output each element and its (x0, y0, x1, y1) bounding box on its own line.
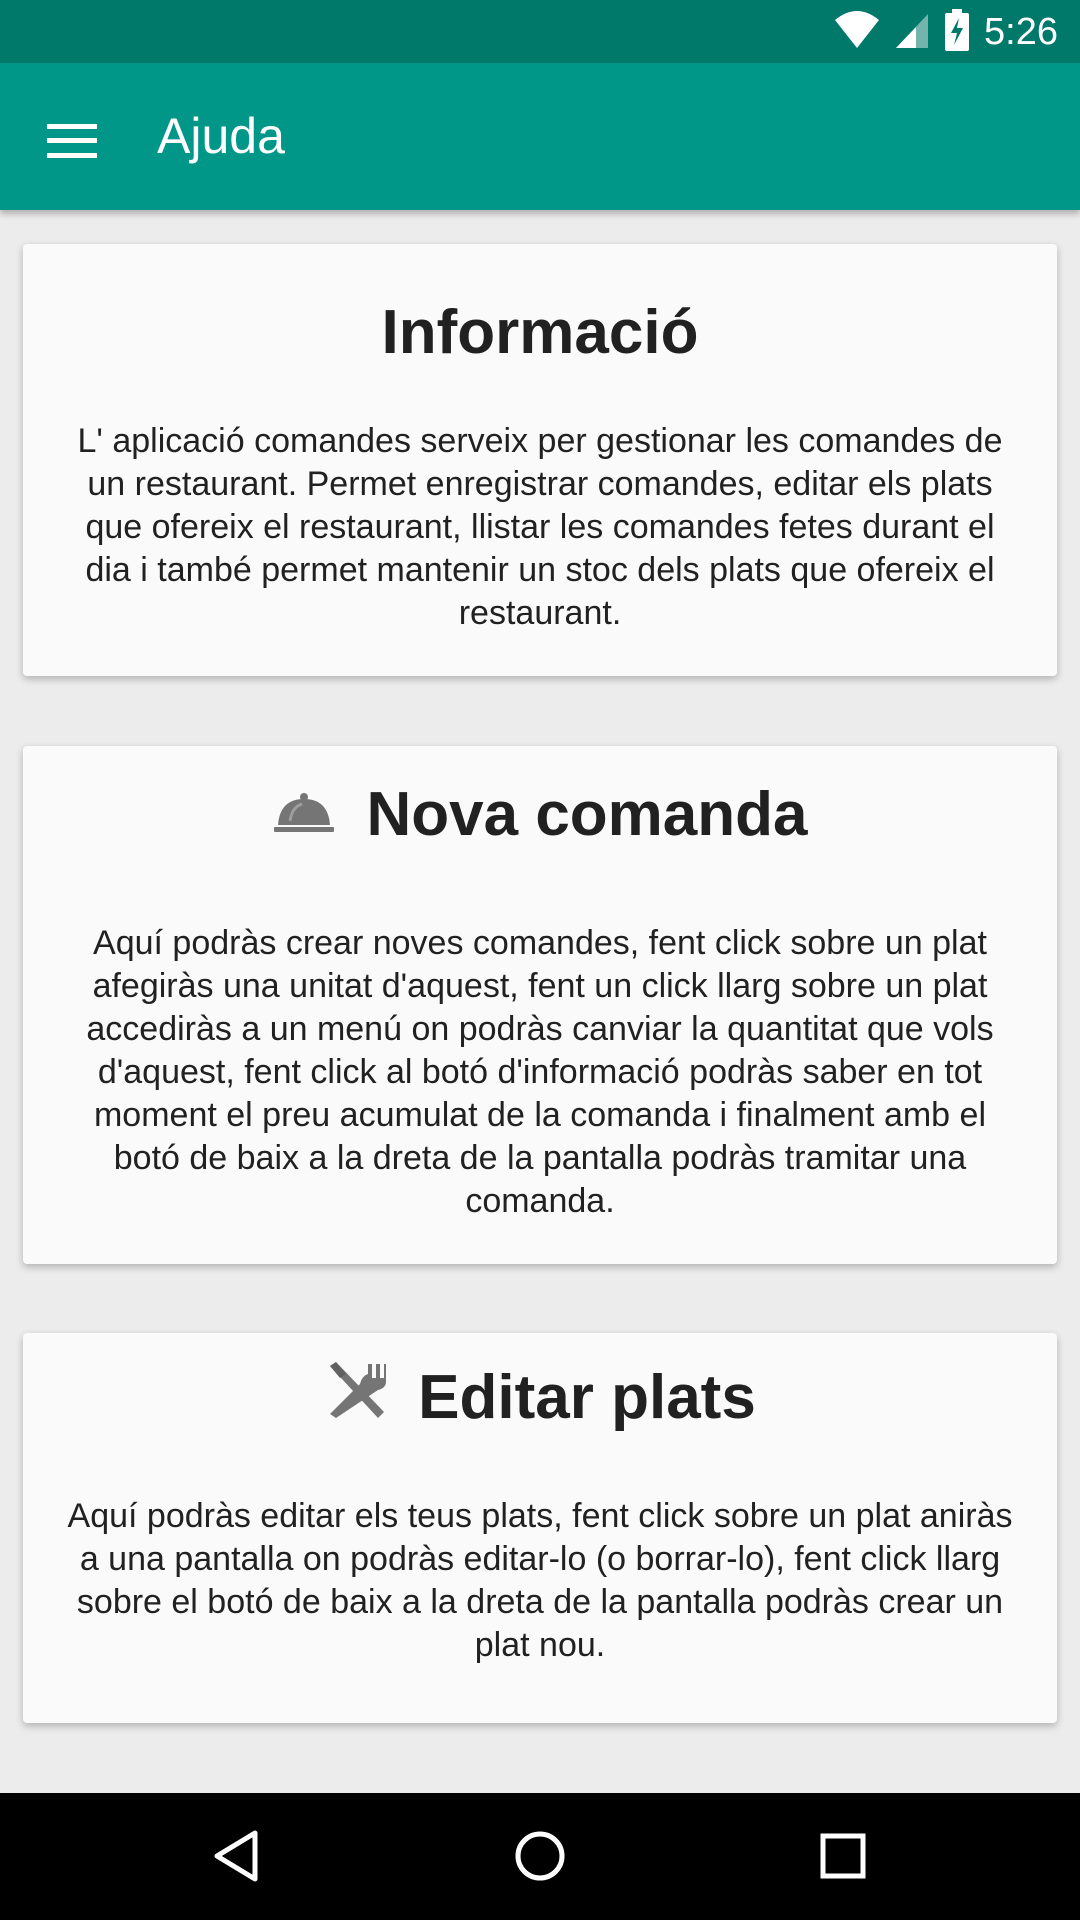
cell-signal-icon (894, 10, 930, 55)
status-icons: 5:26 (834, 8, 1058, 56)
home-button[interactable] (495, 1813, 585, 1903)
app-bar: Ajuda (0, 63, 1080, 210)
status-bar: 5:26 (0, 0, 1080, 63)
new-order-card-title: Nova comanda (366, 779, 808, 849)
cloche-icon (272, 779, 336, 850)
battery-charging-icon (944, 8, 970, 56)
info-card: Informació L' aplicació comandes serveix… (23, 244, 1057, 676)
new-order-card: Nova comanda Aquí podràs crear noves com… (23, 746, 1057, 1264)
wifi-icon (834, 10, 880, 55)
system-nav-bar (0, 1793, 1080, 1920)
edit-dishes-card-body: Aquí podràs editar els teus plats, fent … (67, 1497, 1013, 1664)
back-button[interactable] (191, 1813, 281, 1903)
edit-dishes-card-header: Editar plats (23, 1357, 1057, 1437)
info-card-header: Informació (23, 292, 1057, 372)
new-order-card-header: Nova comanda (23, 774, 1057, 854)
page-title: Ajuda (157, 108, 285, 164)
edit-dishes-card: Editar plats Aquí podràs editar els teus… (23, 1333, 1057, 1723)
menu-button[interactable] (30, 101, 114, 185)
hamburger-menu-icon (47, 122, 97, 165)
help-content[interactable]: Informació L' aplicació comandes serveix… (0, 210, 1080, 1793)
cutlery-icon (324, 1360, 388, 1435)
edit-dishes-card-title: Editar plats (418, 1362, 756, 1432)
recents-button[interactable] (798, 1813, 888, 1903)
recents-icon (819, 1832, 867, 1885)
status-time: 5:26 (984, 10, 1058, 53)
info-card-title: Informació (381, 297, 699, 367)
info-card-body: L' aplicació comandes serveix per gestio… (77, 422, 1003, 632)
back-icon (211, 1829, 261, 1888)
new-order-card-body: Aquí podràs crear noves comandes, fent c… (86, 924, 994, 1220)
home-icon (513, 1829, 567, 1888)
